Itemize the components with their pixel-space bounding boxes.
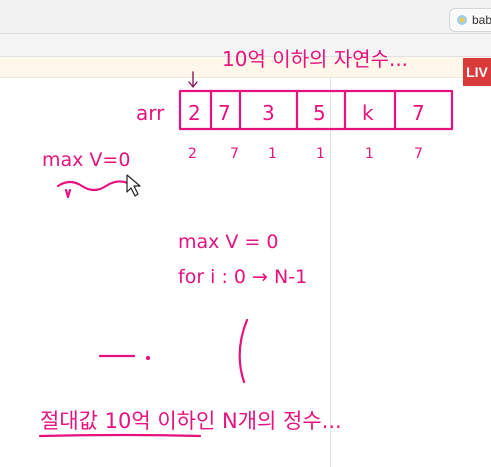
array-cell: 3 [262,101,275,125]
bottom-note: 절대값 10억 이하인 N개의 정수... [40,409,342,433]
mouse-cursor-icon [126,174,141,197]
array-cell: 7 [412,101,425,125]
count-label: 7 [230,146,239,162]
scribble-underline [56,180,132,192]
array-cell: k [362,101,374,125]
paren-mark [238,318,249,384]
count-label: 1 [316,146,325,162]
dot-mark [145,355,151,361]
array-cell: 5 [313,101,326,125]
code-line-1: max V = 0 [178,231,279,253]
scribble-underline [64,188,72,199]
count-label: 1 [268,146,277,162]
array-name-label: arr [136,101,165,125]
whiteboard-canvas[interactable]: 10억 이하의 자연수... arr 2 7 3 5 k 7 2 7 1 1 1… [0,0,491,467]
count-label: 2 [188,146,197,162]
board-title: 10억 이하의 자연수... [222,47,408,71]
count-label: 1 [365,146,374,162]
array-cell: 7 [218,101,231,125]
max-var-label: max V=0 [42,149,130,171]
count-label: 7 [414,146,423,162]
bottom-underline [38,433,202,438]
array-cell: 2 [188,101,201,125]
code-line-2: for i : 0 → N-1 [178,266,307,288]
